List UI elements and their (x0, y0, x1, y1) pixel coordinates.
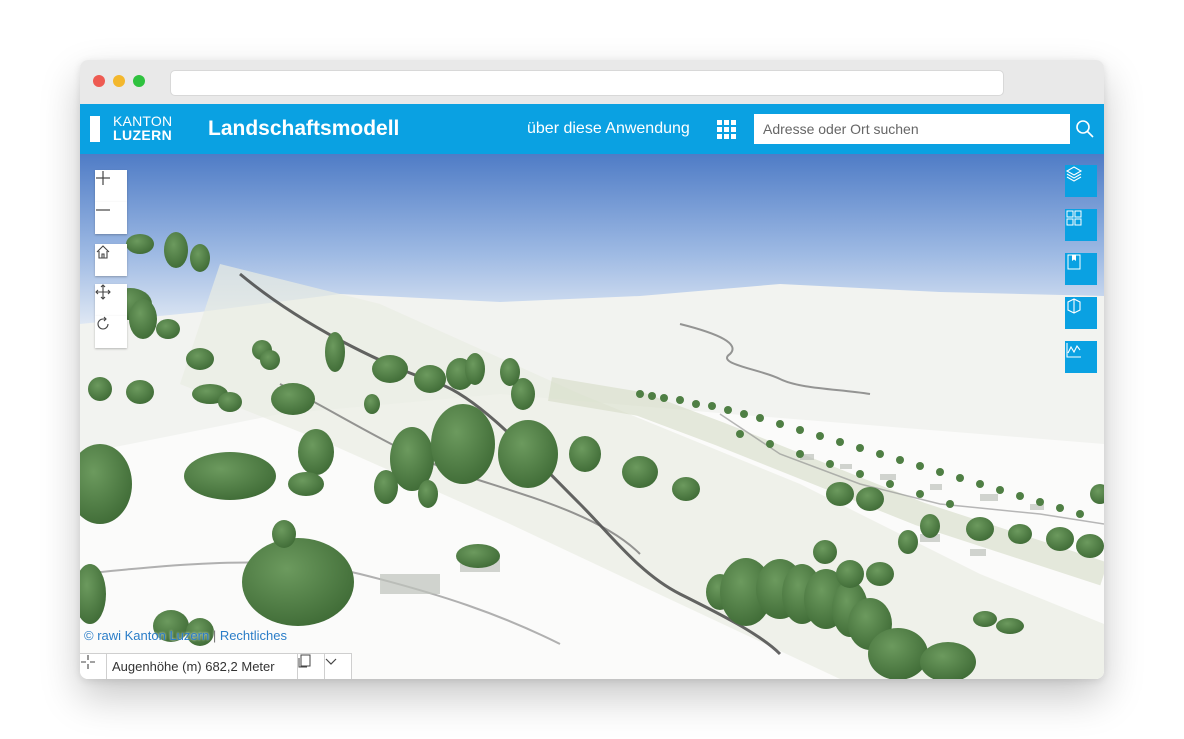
legal-link[interactable]: Rechtliches (220, 628, 287, 643)
address-bar[interactable] (170, 70, 1004, 96)
eye-height-readout: Augenhöhe (m) 682,2 Meter (112, 659, 275, 674)
kanton-luzern-logo[interactable]: KANTON LUZERN (90, 114, 190, 144)
about-link[interactable]: über diese Anwendung (527, 120, 690, 138)
logo-mark (90, 116, 100, 142)
app-header: KANTON LUZERN Landschaftsmodell über die… (80, 104, 1104, 154)
slice-button[interactable] (1065, 297, 1097, 329)
rotate-button[interactable] (95, 316, 127, 348)
map-attribution: © rawi Kanton Luzern | Rechtliches (84, 628, 287, 643)
bookmark-icon (1067, 254, 1081, 270)
search-icon[interactable] (1074, 118, 1096, 140)
plus-icon (96, 171, 110, 185)
crosshair-icon[interactable] (80, 654, 107, 679)
app-title: Landschaftsmodell (208, 117, 400, 140)
basemap-gallery-icon (1066, 210, 1082, 226)
copyright-text: © rawi Kanton Luzern (84, 628, 210, 643)
layers-button[interactable] (1065, 165, 1097, 197)
browser-window: KANTON LUZERN Landschaftsmodell über die… (80, 60, 1104, 679)
slice-icon (1067, 298, 1081, 314)
maximize-window-button[interactable] (133, 75, 145, 87)
close-window-button[interactable] (93, 75, 105, 87)
pan-button[interactable] (95, 284, 127, 316)
copy-icon[interactable] (297, 654, 325, 679)
basemap-gallery-button[interactable] (1065, 209, 1097, 241)
elevation-profile-icon (1066, 343, 1081, 358)
minus-icon (96, 209, 110, 211)
elevation-profile-button[interactable] (1065, 341, 1097, 373)
layers-icon (1065, 166, 1083, 182)
logo-line-2: LUZERN (113, 127, 173, 143)
search-input[interactable] (754, 114, 1070, 144)
chevron-down-icon[interactable] (324, 654, 350, 679)
attribution-separator: | (209, 628, 220, 643)
rotate-icon (97, 316, 109, 330)
browser-chrome (80, 60, 1104, 105)
pan-icon (95, 284, 111, 300)
zoom-out-button[interactable] (95, 202, 127, 234)
map-3d-view[interactable]: © rawi Kanton Luzern | Rechtliches Augen… (80, 154, 1104, 679)
status-bar: Augenhöhe (m) 682,2 Meter (80, 653, 352, 679)
bookmarks-button[interactable] (1065, 253, 1097, 285)
grid-icon[interactable] (717, 120, 737, 140)
landscape-scene (80, 154, 1104, 679)
minimize-window-button[interactable] (113, 75, 125, 87)
home-icon (96, 245, 110, 259)
home-button[interactable] (95, 244, 127, 276)
zoom-in-button[interactable] (95, 170, 127, 202)
